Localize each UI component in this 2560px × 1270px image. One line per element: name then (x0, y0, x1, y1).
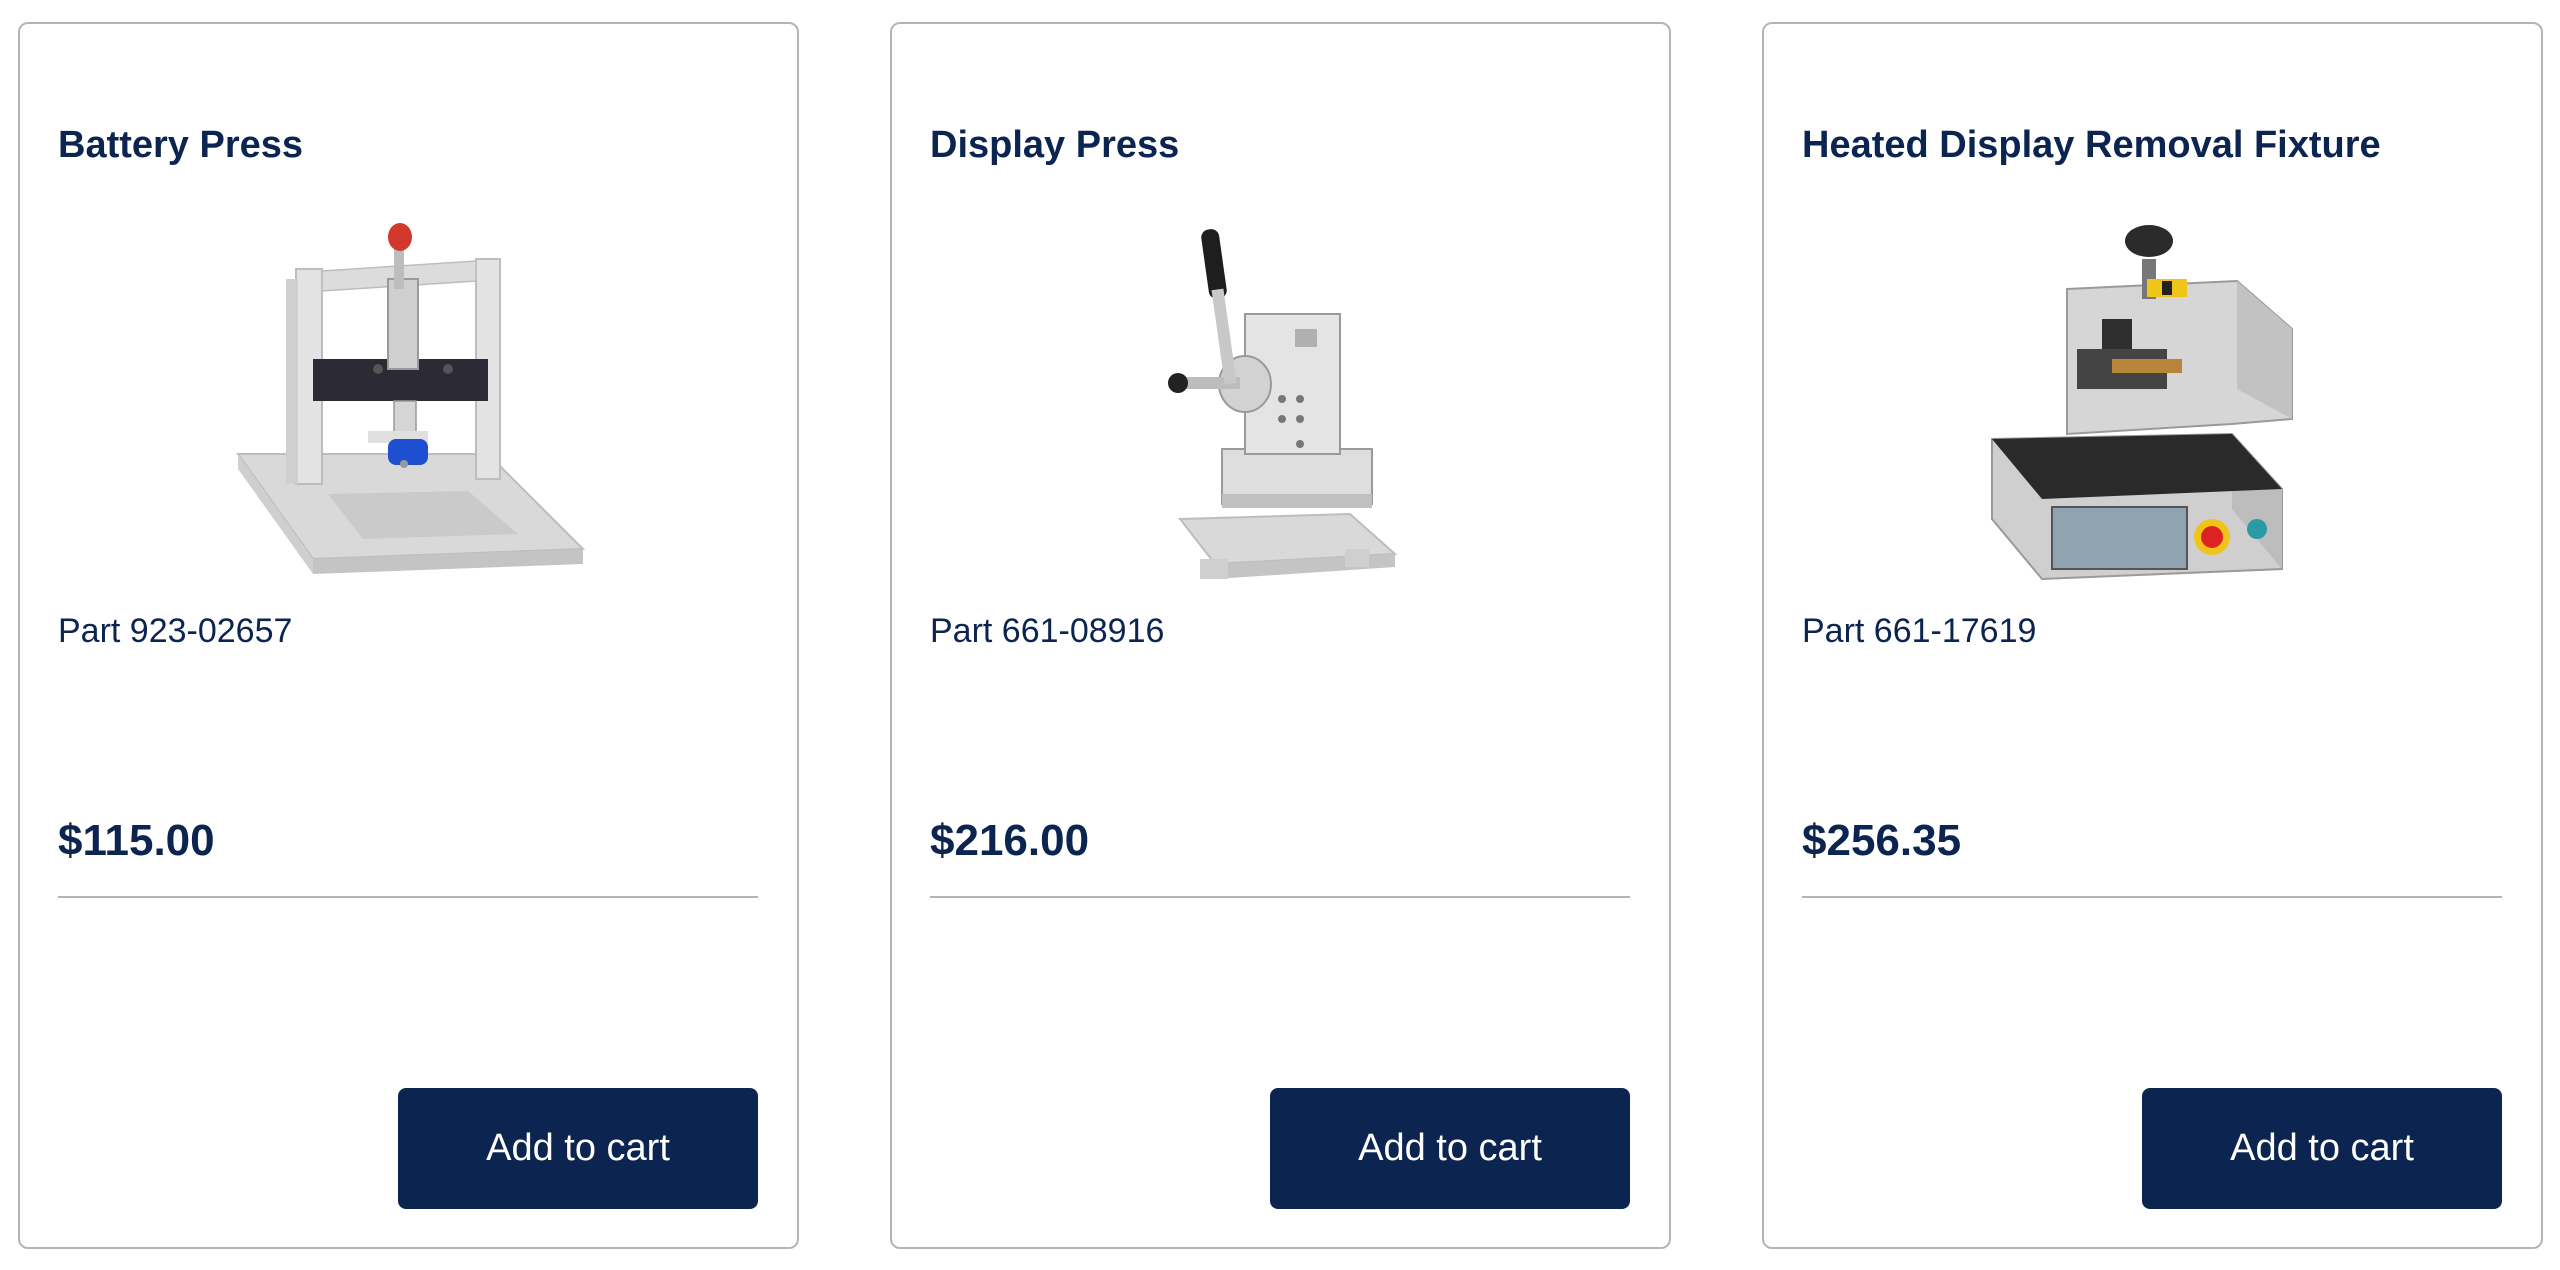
product-title[interactable]: Display Press (930, 124, 1179, 167)
product-grid: Battery Press Part 923-02657 $115.00 Add… (0, 0, 2560, 1270)
divider (58, 896, 758, 898)
product-card-heated-display-removal-fixture: Heated Display Removal Fixture Part 661-… (1762, 22, 2543, 1249)
product-card-display-press: Display Press Part 661-08916 $216.00 Add… (890, 22, 1671, 1249)
divider (1802, 896, 2502, 898)
product-price: $115.00 (58, 816, 215, 865)
display-press-image[interactable] (930, 214, 1630, 604)
divider (930, 896, 1630, 898)
product-title[interactable]: Battery Press (58, 124, 303, 167)
add-to-cart-button[interactable]: Add to cart (398, 1088, 758, 1209)
product-price: $256.35 (1802, 816, 1962, 865)
add-to-cart-button[interactable]: Add to cart (1270, 1088, 1630, 1209)
product-part-number: Part 661-17619 (1802, 612, 2037, 650)
add-to-cart-button[interactable]: Add to cart (2142, 1088, 2502, 1209)
product-price: $216.00 (930, 816, 1090, 865)
product-part-number: Part 923-02657 (58, 612, 293, 650)
heated-display-removal-fixture-image[interactable] (1802, 214, 2502, 604)
product-card-battery-press: Battery Press Part 923-02657 $115.00 Add… (18, 22, 799, 1249)
battery-press-image[interactable] (58, 214, 758, 604)
product-part-number: Part 661-08916 (930, 612, 1165, 650)
product-title[interactable]: Heated Display Removal Fixture (1802, 124, 2381, 167)
